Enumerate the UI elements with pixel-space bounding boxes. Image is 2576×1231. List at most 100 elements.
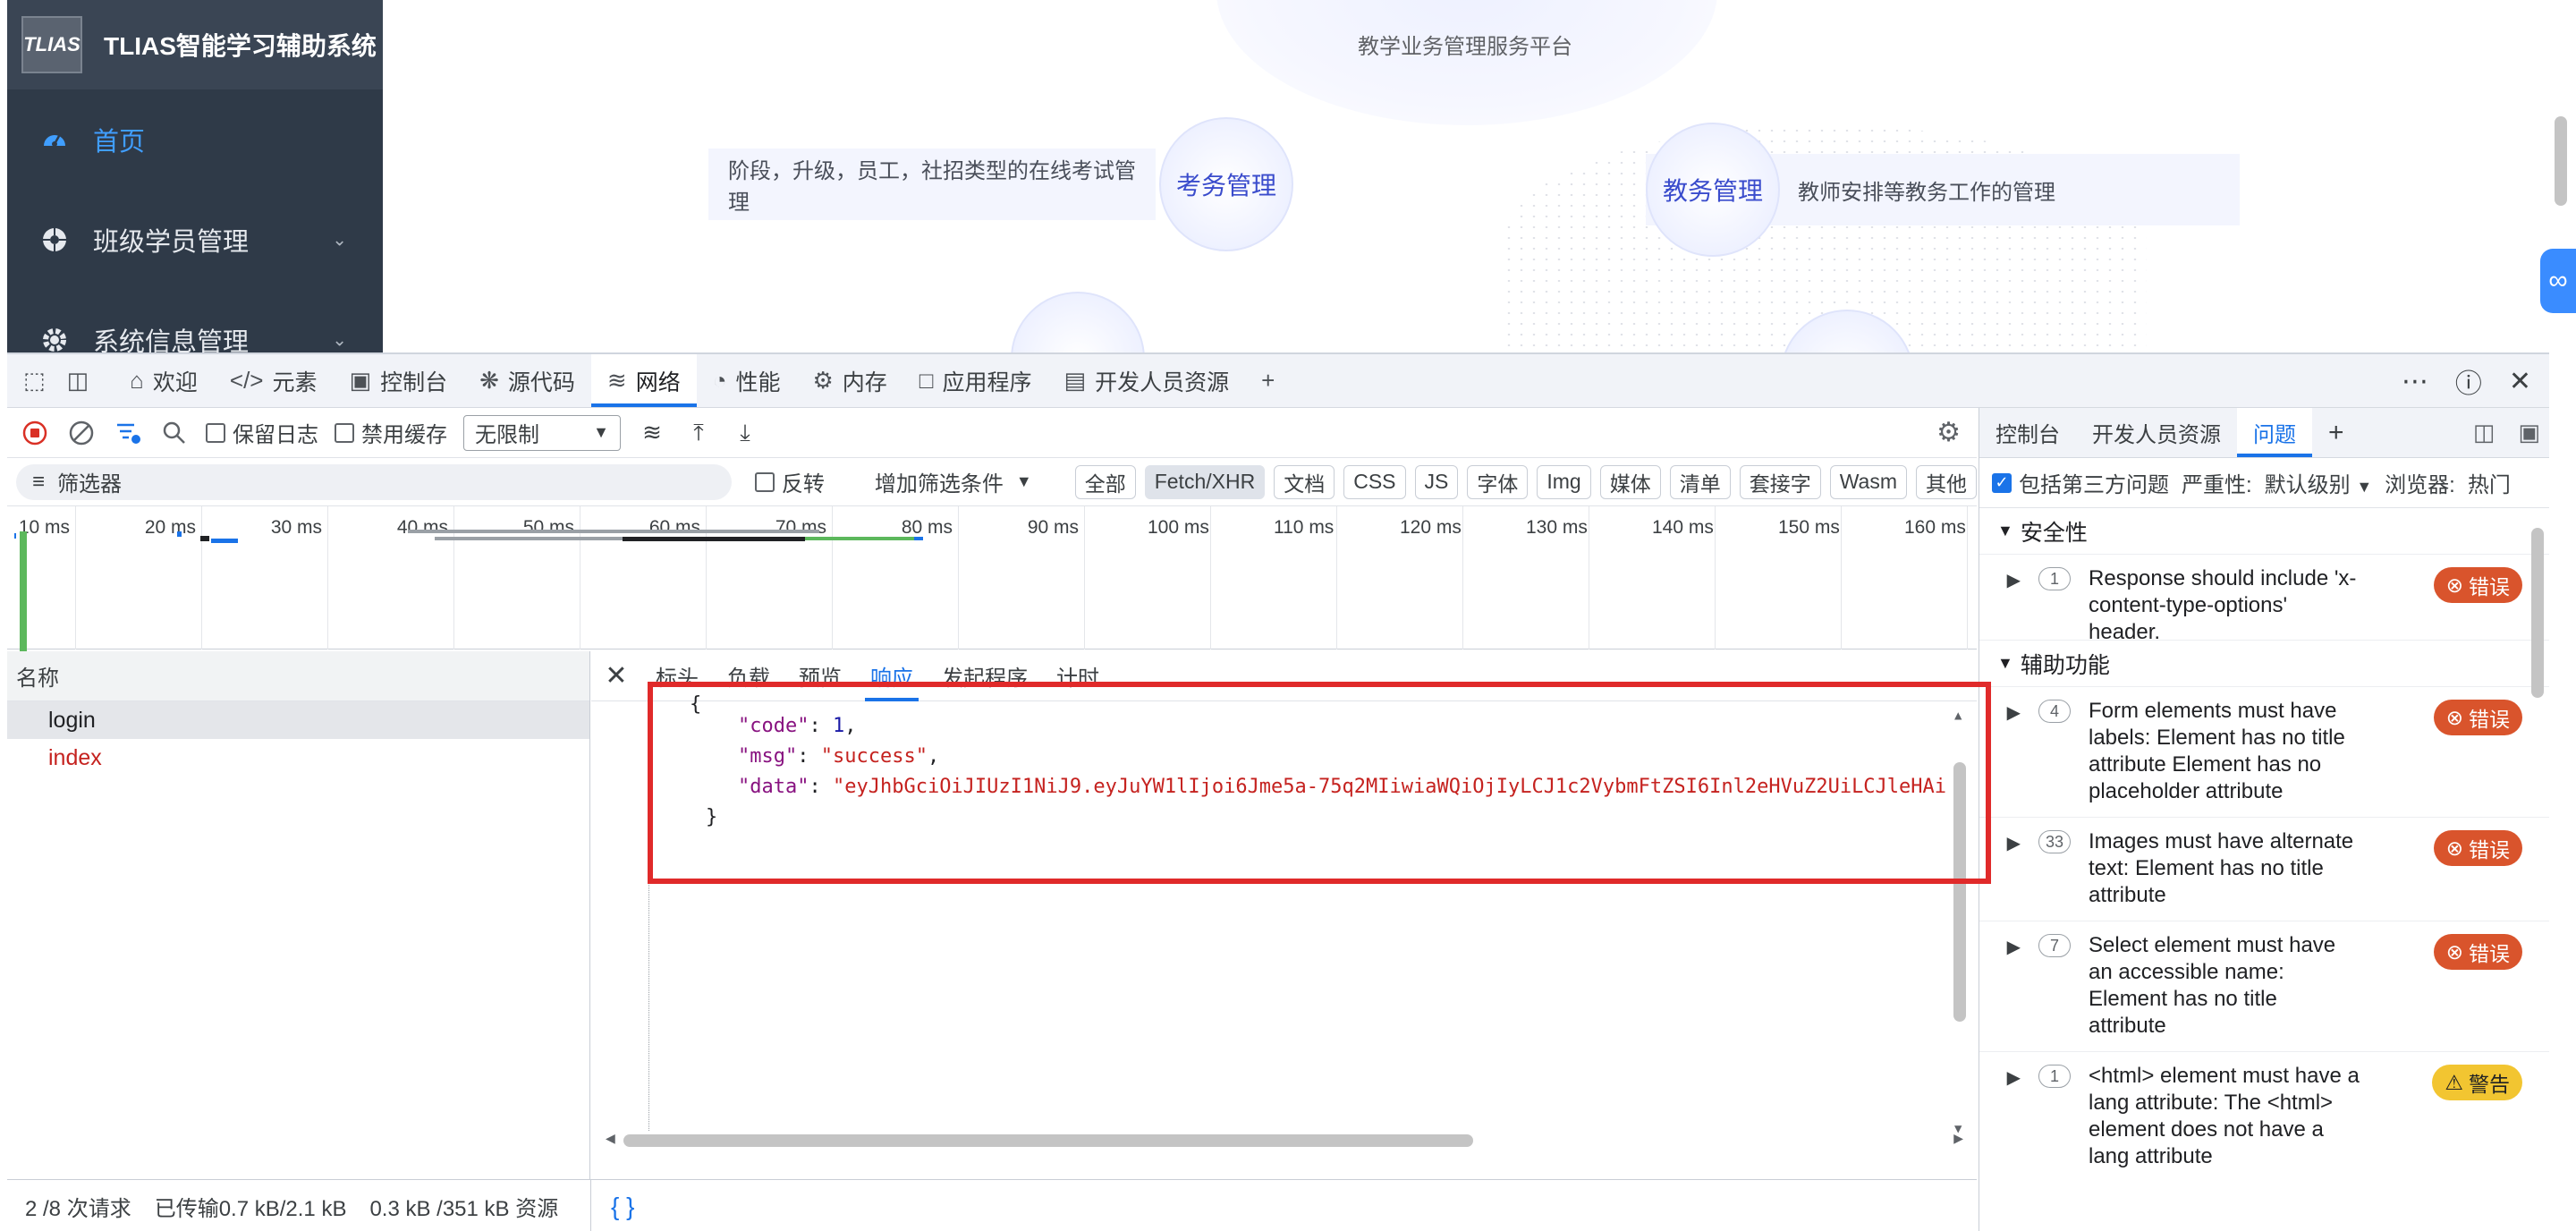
- type-filter-manifest[interactable]: 清单: [1669, 464, 1731, 499]
- caret-down-icon: ▼: [2356, 478, 2373, 496]
- tab-welcome[interactable]: ⌂ 欢迎: [114, 354, 214, 407]
- gear-icon[interactable]: ⚙: [1936, 417, 1961, 448]
- type-filter-other[interactable]: 其他: [1916, 464, 1977, 499]
- type-filter-fetch-xhr[interactable]: Fetch/XHR: [1144, 464, 1266, 499]
- import-har-icon[interactable]: ⤒: [683, 418, 714, 448]
- throttling-select[interactable]: 无限制 ▼: [463, 414, 621, 451]
- link-icon: ∞: [2548, 266, 2568, 295]
- issue-text: Images must have alternate text: Element…: [2089, 829, 2354, 907]
- clear-icon[interactable]: [66, 418, 97, 448]
- tab-console[interactable]: ▣ 控制台: [334, 354, 464, 407]
- tab-network[interactable]: ≋ 网络: [590, 354, 697, 407]
- inspect-element-button[interactable]: ⬚: [7, 354, 64, 407]
- caret-down-icon: ▼: [1015, 472, 1032, 490]
- timeline-tick-label: 70 ms: [775, 517, 826, 538]
- type-filter-media[interactable]: 媒体: [1599, 464, 1661, 499]
- timeline-tick-label: 130 ms: [1526, 517, 1588, 538]
- type-filter-font[interactable]: 字体: [1467, 464, 1529, 499]
- device-toggle-button[interactable]: ◫: [64, 354, 114, 407]
- exam-feature-description: 阶段，升级，员工，社招类型的在线考试管理: [728, 159, 1136, 215]
- request-row-index[interactable]: index: [7, 739, 589, 777]
- sidebar-item-class-management[interactable]: 班级学员管理 ⌄: [7, 190, 383, 290]
- scroll-left-icon[interactable]: ◀: [606, 1131, 615, 1146]
- issue-text: <html> element must have a lang attribut…: [2089, 1064, 2360, 1168]
- timeline-gridline: [958, 506, 959, 649]
- pretty-print-button[interactable]: { }: [591, 1193, 634, 1221]
- edu-management-label: 教务管理: [1662, 177, 1763, 205]
- exam-management-button[interactable]: 考务管理: [1159, 117, 1293, 251]
- include-third-party-checkbox[interactable]: ✓ 包括第三方问题: [1992, 467, 2169, 498]
- browser-select[interactable]: 热门: [2468, 467, 2511, 498]
- scrollbar-thumb[interactable]: [2531, 528, 2544, 698]
- type-filter-all[interactable]: 全部: [1074, 464, 1136, 499]
- help-icon[interactable]: ⓘ: [2455, 361, 2482, 401]
- minimize-drawer-icon[interactable]: ▣: [2518, 419, 2540, 446]
- tab-sources[interactable]: ❋ 源代码: [463, 354, 591, 407]
- severity-select[interactable]: 默认级别 ▼: [2265, 467, 2373, 498]
- console-icon: ▣: [349, 367, 372, 394]
- record-stop-icon[interactable]: [20, 418, 50, 448]
- type-filter-img[interactable]: Img: [1537, 464, 1591, 499]
- network-conditions-icon[interactable]: ≋: [637, 418, 667, 448]
- close-icon[interactable]: ✕: [591, 660, 641, 692]
- tab-application[interactable]: □ 应用程序: [903, 354, 1048, 407]
- scrollbar-thumb[interactable]: [623, 1134, 1473, 1147]
- floating-help-button[interactable]: ∞: [2540, 249, 2576, 313]
- add-tab-button[interactable]: +: [1245, 354, 1300, 407]
- issue-group-security[interactable]: ▼ 安全性: [1979, 508, 2549, 555]
- close-icon[interactable]: ✕: [2509, 366, 2531, 397]
- add-drawer-tab-button[interactable]: +: [2312, 408, 2360, 457]
- issue-group-accessibility[interactable]: ▼ 辅助功能: [1979, 641, 2549, 687]
- tab-elements[interactable]: </> 元素: [214, 354, 334, 407]
- edu-management-button[interactable]: 教务管理: [1646, 123, 1780, 257]
- disable-cache-checkbox[interactable]: 禁用缓存: [335, 417, 447, 448]
- more-options-icon[interactable]: ⋯: [2402, 366, 2428, 397]
- error-badge: ⊗ 错误: [2433, 830, 2522, 866]
- dock-icon[interactable]: ◫: [2473, 419, 2496, 446]
- issue-item[interactable]: ▶ 4 Form elements must have labels: Elem…: [1979, 687, 2549, 818]
- warning-badge: ⚠ 警告: [2432, 1065, 2522, 1100]
- more-filters-dropdown[interactable]: 增加筛选条件 ▼: [875, 466, 1032, 497]
- network-overview-timeline[interactable]: 10 ms 20 ms 30 ms 40 ms 50 ms 60 ms 70 ms 80 ms…: [7, 506, 2094, 689]
- chevron-down-icon: ⌄: [332, 230, 347, 250]
- tab-label: 欢迎: [152, 369, 198, 395]
- page-scrollbar[interactable]: [2555, 116, 2567, 206]
- network-status-bar: 2 /8 次请求 已传输0.7 kB/2.1 kB 0.3 kB /351 kB…: [7, 1179, 1977, 1231]
- app-sidebar: TLIAS TLIAS智能学习辅助系统 首页 班级学员管理 ⌄ 系统信息管理 ⌄: [7, 0, 383, 352]
- sidebar-item-system-management[interactable]: 系统信息管理 ⌄: [7, 290, 383, 352]
- scroll-right-icon[interactable]: ▶: [1953, 1131, 1963, 1146]
- type-filter-socket[interactable]: 套接字: [1739, 464, 1821, 499]
- filter-icon[interactable]: [113, 418, 143, 448]
- issues-scrollbar[interactable]: [2531, 519, 2544, 1217]
- type-filter-js[interactable]: JS: [1414, 464, 1459, 499]
- preserve-log-checkbox[interactable]: 保留日志: [206, 417, 318, 448]
- drawer-tab-developer-resources[interactable]: 开发人员资源: [2076, 408, 2237, 457]
- drawer-tab-console[interactable]: 控制台: [1979, 408, 2076, 457]
- filter-input[interactable]: ≡ 筛选器: [16, 463, 732, 500]
- issue-text: Select element must have an accessible n…: [2089, 933, 2336, 1038]
- issue-item[interactable]: ▶ 1 <html> element must have a lang attr…: [1979, 1052, 2549, 1186]
- request-row-login[interactable]: login: [7, 701, 589, 739]
- drawer-tab-issues[interactable]: 问题: [2237, 408, 2312, 457]
- code-horizontal-scrollbar[interactable]: ◀ ▶: [606, 1131, 1963, 1147]
- type-filter-doc[interactable]: 文档: [1274, 464, 1335, 499]
- request-list-header[interactable]: 名称: [7, 651, 589, 701]
- sidebar-item-home[interactable]: 首页: [7, 89, 383, 190]
- issue-group-title: 辅助功能: [2020, 652, 2110, 678]
- sidebar-item-label: 系统信息管理: [93, 328, 250, 352]
- app-logo: TLIAS: [21, 16, 82, 73]
- issue-item[interactable]: ▶ 33 Images must have alternate text: El…: [1979, 818, 2549, 921]
- badge-label: 错误: [2469, 575, 2510, 599]
- check-icon: ✓: [1992, 472, 2012, 493]
- tab-developer-resources[interactable]: ▤ 开发人员资源: [1048, 354, 1246, 407]
- issue-item[interactable]: ▶ 7 Select element must have an accessib…: [1979, 921, 2549, 1052]
- issue-item[interactable]: ▶ 1 Response should include 'x-content-t…: [1979, 555, 2549, 644]
- invert-checkbox[interactable]: 反转: [754, 466, 825, 497]
- search-icon[interactable]: [159, 418, 190, 448]
- tab-performance[interactable]: ◔ 性能: [697, 354, 797, 407]
- export-har-icon[interactable]: ⤓: [730, 418, 760, 448]
- tab-memory[interactable]: ⚙ 内存: [796, 354, 902, 407]
- error-circle-icon: ⊗: [2445, 573, 2463, 597]
- type-filter-css[interactable]: CSS: [1343, 464, 1406, 499]
- type-filter-wasm[interactable]: Wasm: [1829, 464, 1907, 499]
